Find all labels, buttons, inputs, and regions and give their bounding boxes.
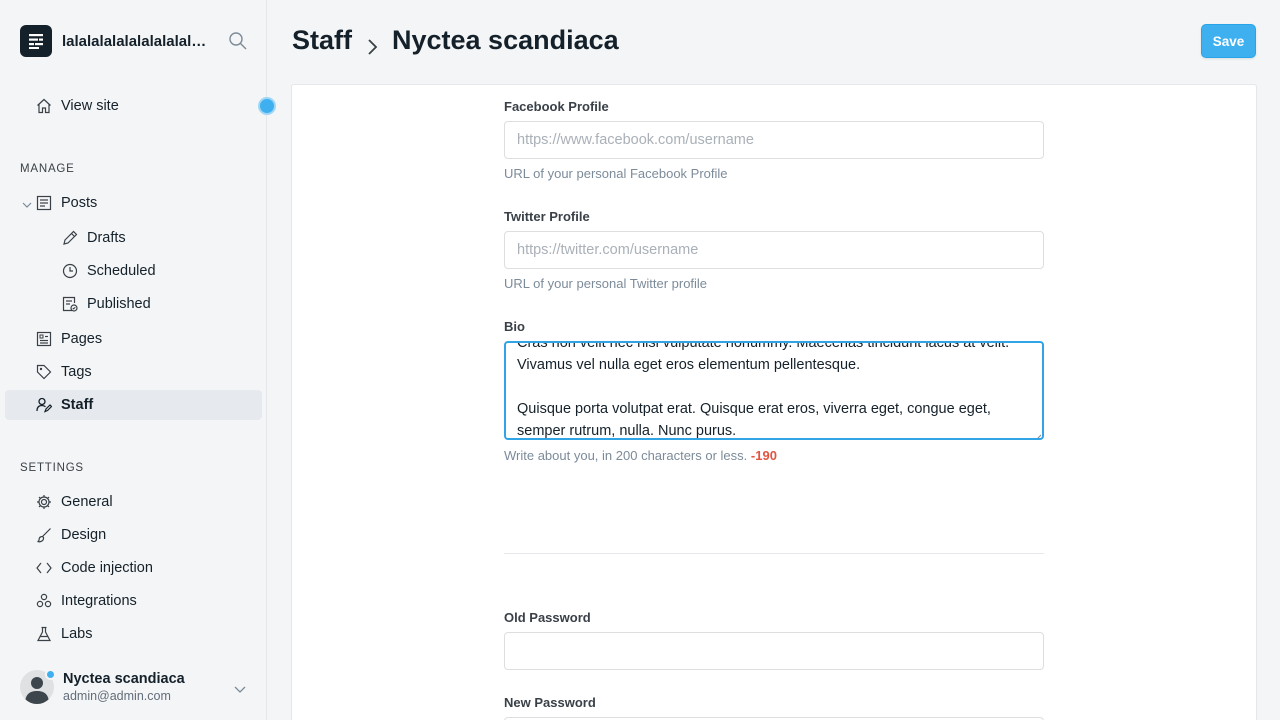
tag-icon (36, 364, 52, 380)
sidebar-item-posts[interactable]: Posts (5, 188, 262, 218)
facebook-help-text: URL of your personal Facebook Profile (504, 166, 728, 181)
pages-icon (36, 331, 52, 347)
user-name: Nyctea scandiaca (63, 671, 185, 687)
sidebar: lalalalalalalalalalalalalalala View site… (0, 0, 267, 720)
sidebar-item-label: Posts (61, 195, 98, 211)
brush-icon (36, 527, 52, 543)
code-icon (36, 560, 52, 576)
breadcrumb-parent-link[interactable]: Staff (292, 25, 352, 56)
site-brand[interactable]: lalalalalalalalalalalalalalala (20, 25, 214, 57)
bio-help-label: Write about you, in 200 characters or le… (504, 448, 748, 463)
integrations-icon (36, 593, 52, 609)
facebook-profile-input[interactable] (504, 121, 1044, 159)
user-email: admin@admin.com (63, 689, 171, 703)
sidebar-item-pages[interactable]: Pages (5, 324, 262, 354)
sidebar-item-label: Pages (61, 331, 103, 347)
section-divider (504, 553, 1044, 554)
settings-section-heading: SETTINGS (20, 462, 84, 474)
sidebar-item-general[interactable]: General (5, 487, 262, 517)
bio-label: Bio (504, 319, 525, 334)
pencil-icon (62, 230, 78, 246)
published-icon (62, 296, 78, 312)
sidebar-item-label: Staff (61, 397, 94, 413)
home-icon (36, 98, 52, 114)
page-title: Nyctea scandiaca (392, 25, 619, 55)
sidebar-item-view-site[interactable]: View site (5, 91, 262, 121)
chevron-down-icon[interactable] (22, 198, 32, 208)
sidebar-item-label: Design (61, 527, 107, 543)
staff-icon (36, 397, 53, 413)
twitter-profile-input[interactable] (504, 231, 1044, 269)
new-password-label: New Password (504, 695, 596, 710)
sidebar-item-drafts[interactable]: Drafts (5, 223, 262, 253)
sidebar-item-integrations[interactable]: Integrations (5, 586, 262, 616)
notification-dot (45, 669, 56, 680)
breadcrumb: Staff Nyctea scandiaca (292, 25, 619, 56)
sidebar-item-label: Published (87, 296, 151, 312)
sidebar-resize-handle[interactable] (258, 97, 276, 115)
bio-help-text: Write about you, in 200 characters or le… (504, 448, 777, 463)
chevron-down-icon[interactable] (233, 682, 247, 696)
chevron-right-icon (366, 32, 380, 55)
sidebar-item-label: View site (61, 98, 119, 114)
bio-text: Cras non velit nec nisi vulputate nonumm… (517, 341, 1010, 439)
sidebar-item-label: Drafts (87, 230, 126, 246)
bio-textarea[interactable]: Cras non velit nec nisi vulputate nonumm… (504, 341, 1044, 440)
sidebar-item-published[interactable]: Published (5, 289, 262, 319)
resize-grip-icon[interactable] (1033, 429, 1042, 438)
flask-icon (36, 626, 52, 642)
sidebar-item-label: Integrations (61, 593, 137, 609)
sidebar-item-labs[interactable]: Labs (5, 619, 262, 649)
sidebar-item-staff[interactable]: Staff (5, 390, 262, 420)
sidebar-item-label: Labs (61, 626, 93, 642)
sidebar-item-design[interactable]: Design (5, 520, 262, 550)
posts-icon (36, 195, 52, 211)
site-name: lalalalalalalalalalalalalalala (62, 32, 214, 50)
old-password-label: Old Password (504, 610, 591, 625)
site-logo-icon (20, 25, 52, 57)
sidebar-item-scheduled[interactable]: Scheduled (5, 256, 262, 286)
manage-section-heading: MANAGE (20, 163, 75, 175)
sidebar-item-code-injection[interactable]: Code injection (5, 553, 262, 583)
sidebar-item-label: General (61, 494, 113, 510)
clock-icon (62, 263, 78, 279)
sidebar-item-label: Scheduled (87, 263, 156, 279)
sidebar-item-tags[interactable]: Tags (5, 357, 262, 387)
user-menu[interactable]: Nyctea scandiaca admin@admin.com (20, 668, 260, 708)
sidebar-item-label: Code injection (61, 560, 153, 576)
old-password-input[interactable] (504, 632, 1044, 670)
sidebar-item-label: Tags (61, 364, 92, 380)
gear-icon (36, 494, 52, 510)
facebook-label: Facebook Profile (504, 99, 609, 114)
twitter-label: Twitter Profile (504, 209, 590, 224)
search-icon[interactable] (228, 31, 248, 51)
bio-character-count: -190 (750, 448, 777, 463)
twitter-help-text: URL of your personal Twitter profile (504, 276, 708, 291)
save-button[interactable]: Save (1201, 24, 1256, 58)
